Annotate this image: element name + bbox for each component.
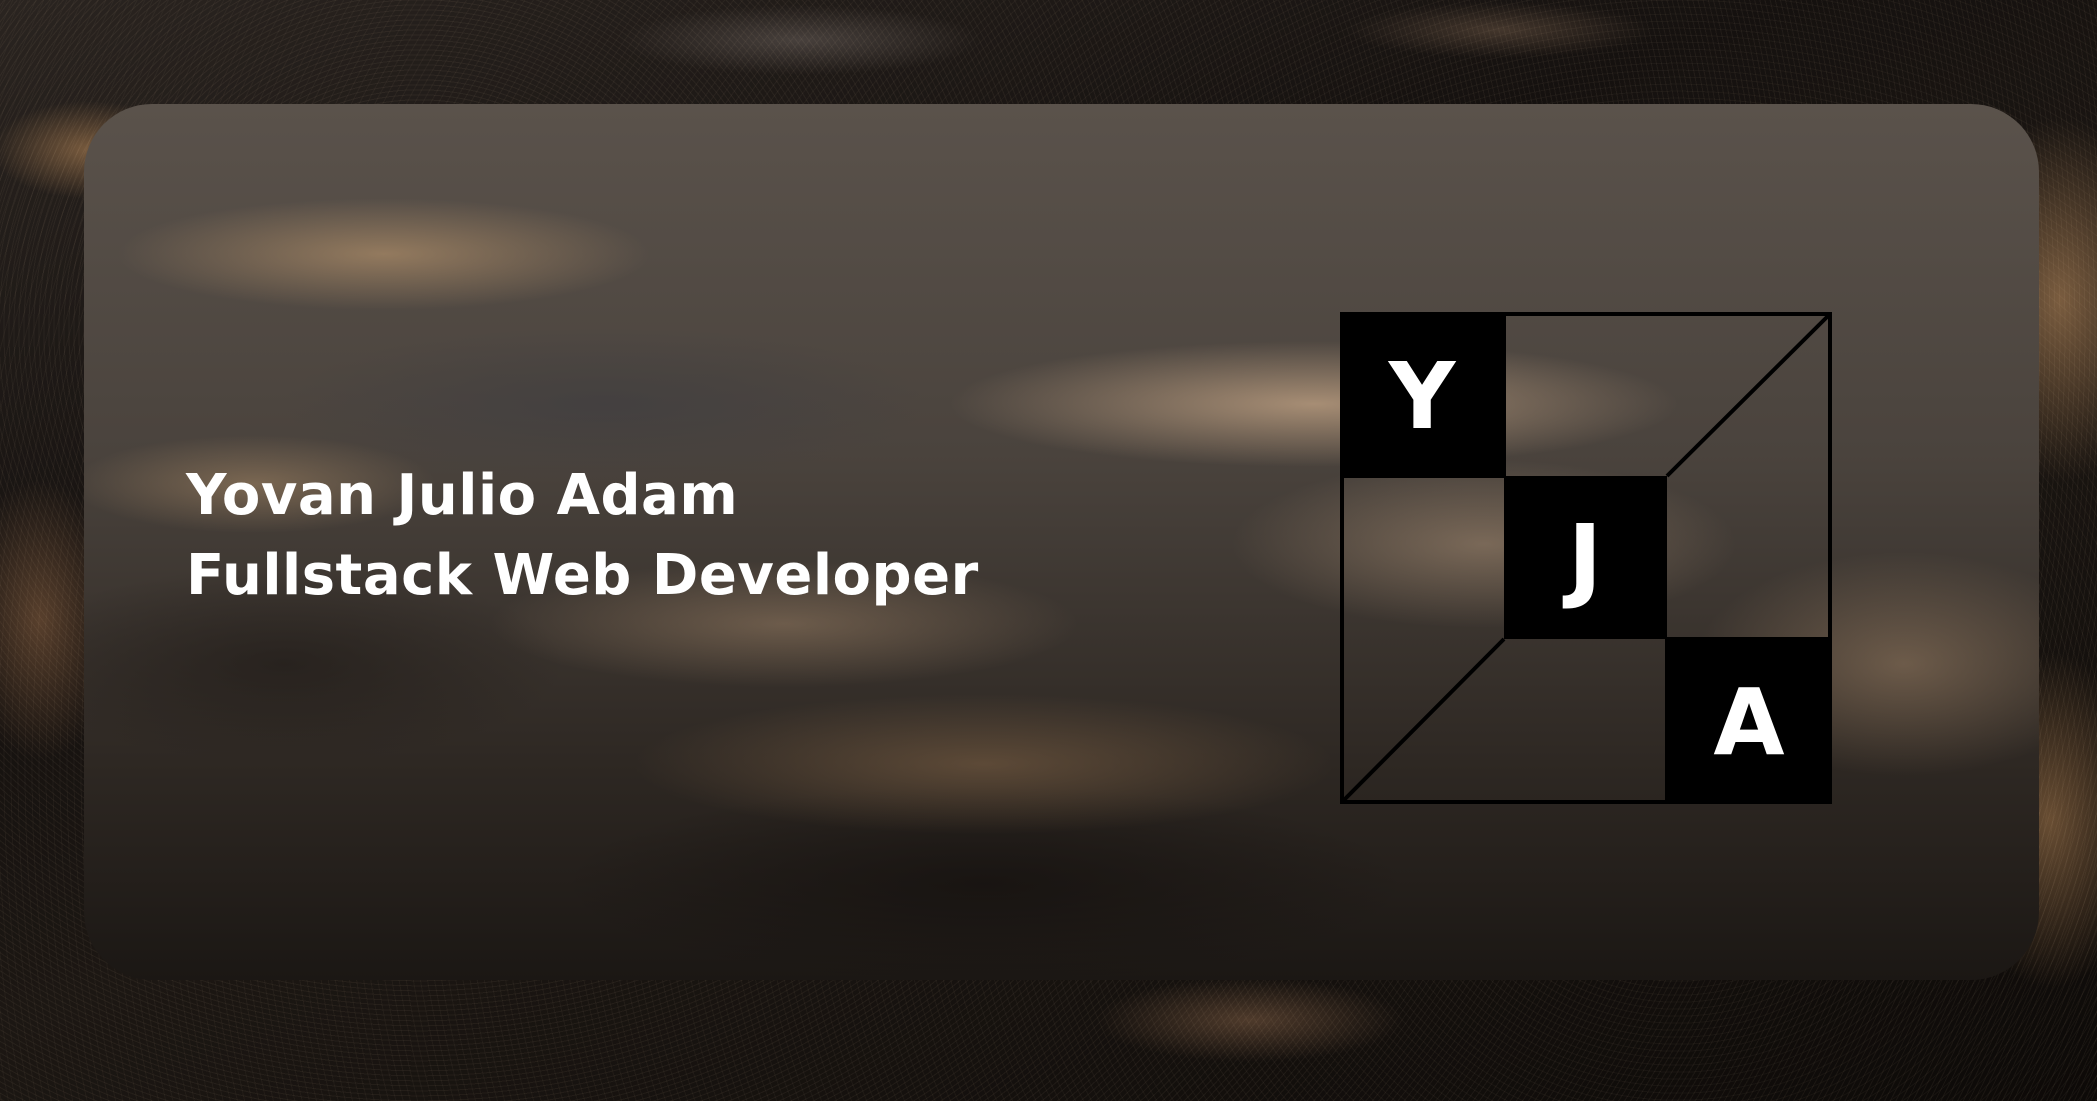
intro-text-block: Yovan Julio Adam Fullstack Web Developer <box>186 456 979 616</box>
background-image: Yovan Julio Adam Fullstack Web Developer <box>0 0 2097 1101</box>
person-name: Yovan Julio Adam <box>186 463 739 528</box>
logo-letter-j: J <box>1562 505 1602 612</box>
yja-monogram-logo: Y J A <box>1340 312 1832 804</box>
job-title: Fullstack Web Developer <box>186 543 979 608</box>
logo-diagonal-bottom <box>1340 637 1506 804</box>
logo-letter-y: Y <box>1388 343 1457 450</box>
logo-letter-a: A <box>1713 669 1784 776</box>
logo-diagonal-top <box>1665 312 1832 478</box>
card-content: Yovan Julio Adam Fullstack Web Developer <box>84 104 2039 980</box>
blurred-glass-card: Yovan Julio Adam Fullstack Web Developer <box>84 104 2039 980</box>
